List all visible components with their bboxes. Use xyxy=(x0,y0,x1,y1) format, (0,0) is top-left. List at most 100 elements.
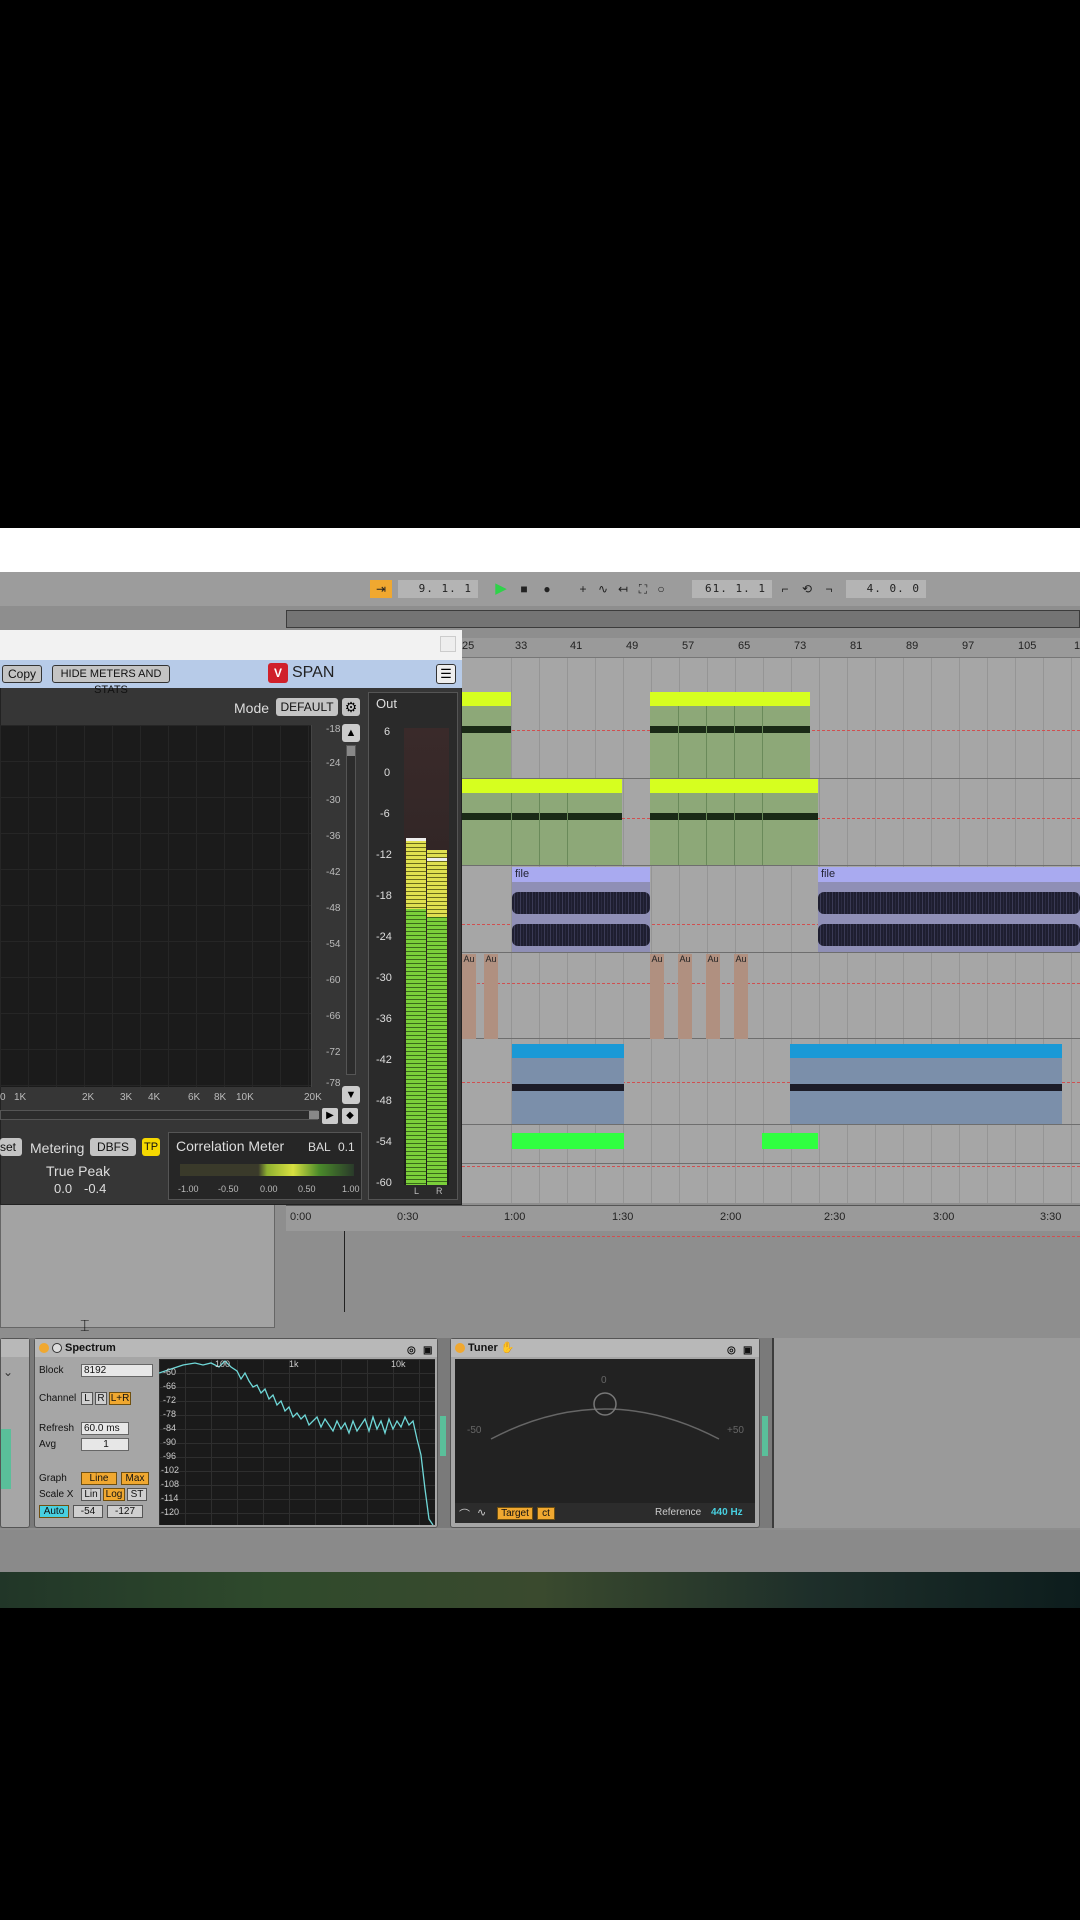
midi-clip[interactable] xyxy=(462,692,511,778)
range-max-field[interactable]: -127 xyxy=(107,1505,143,1518)
audio-clip[interactable]: file xyxy=(818,867,1080,952)
time-ruler[interactable]: 0:00 0:30 1:00 1:30 2:00 2:30 3:00 3:30 xyxy=(286,1205,1080,1231)
midi-clip[interactable] xyxy=(512,1133,624,1149)
time-tick: 1:00 xyxy=(504,1211,526,1223)
spectrum-display[interactable]: 100 1k 10k -60 -66 -72 -78 -84 -90 -96 -… xyxy=(159,1359,435,1525)
device-drop-area[interactable] xyxy=(772,1338,1080,1528)
refresh-field[interactable]: 60.0 ms xyxy=(81,1422,129,1435)
audio-clip[interactable]: file xyxy=(512,867,650,952)
chevron-down-icon[interactable]: ⌄ xyxy=(3,1365,13,1379)
close-icon[interactable] xyxy=(440,636,456,652)
corr-tick: 0.00 xyxy=(260,1184,278,1194)
db-tick: -60 xyxy=(326,975,341,986)
wave-icon[interactable]: ∿ xyxy=(477,1506,486,1519)
audio-clip[interactable]: Au xyxy=(734,954,748,1039)
selection-icon[interactable]: ⛶ xyxy=(634,580,652,598)
device-on-icon[interactable] xyxy=(455,1343,465,1354)
refresh-label: Refresh xyxy=(39,1423,75,1434)
tuner-display: 0 -50 +50 xyxy=(455,1359,755,1503)
gear-icon[interactable]: ⚙ xyxy=(342,698,360,716)
block-dropdown[interactable]: 8192 xyxy=(81,1364,153,1377)
mode-dropdown[interactable]: DEFAULT xyxy=(276,698,338,716)
span-title-bar[interactable] xyxy=(0,630,462,660)
reference-value[interactable]: 440 Hz xyxy=(711,1507,743,1518)
avg-field[interactable]: 1 xyxy=(81,1438,129,1451)
target-button[interactable]: Target xyxy=(497,1507,533,1520)
out-db-tick: -18 xyxy=(376,890,392,902)
record-button[interactable]: ● xyxy=(538,580,556,598)
scroll-up-button[interactable]: ▲ xyxy=(342,724,360,742)
freq-tick: 2K xyxy=(82,1092,95,1103)
punch-in-icon[interactable]: ⌐ xyxy=(776,580,794,598)
curve-icon[interactable]: ⌒ xyxy=(459,1506,470,1522)
hotswap-icon[interactable]: ◎ xyxy=(407,1342,416,1360)
db-tick: -78 xyxy=(163,1409,177,1419)
corr-tick: -0.50 xyxy=(218,1184,239,1194)
vertical-scrollbar[interactable] xyxy=(346,745,356,1075)
audio-clip[interactable]: Au xyxy=(678,954,692,1039)
midi-clip[interactable] xyxy=(790,1044,1062,1124)
diamond-icon[interactable]: ◆ xyxy=(342,1108,358,1124)
ruler-tick: 57 xyxy=(682,640,695,652)
scale-lin-button[interactable]: Lin xyxy=(81,1488,101,1501)
channel-l-button[interactable]: L xyxy=(81,1392,93,1405)
loop-toggle-icon[interactable]: ⟲ xyxy=(798,580,816,598)
midi-clip[interactable] xyxy=(462,779,622,865)
loop-length-display[interactable]: 4. 0. 0 xyxy=(846,580,926,598)
play-button[interactable]: ▶ xyxy=(492,580,510,598)
play-icon[interactable]: ▶ xyxy=(322,1108,338,1124)
horizontal-scrollbar[interactable] xyxy=(0,1110,319,1120)
position-display[interactable]: 9. 1. 1 xyxy=(398,580,478,598)
menu-icon[interactable]: ☰ xyxy=(436,664,456,684)
loop-start-display[interactable]: 61. 1. 1 xyxy=(692,580,772,598)
channel-lr-button[interactable]: L+R xyxy=(109,1392,131,1405)
scroll-down-button[interactable]: ▼ xyxy=(342,1086,360,1104)
scale-log-button[interactable]: Log xyxy=(103,1488,125,1501)
graph-max-button[interactable]: Max xyxy=(121,1472,149,1485)
cents-button[interactable]: ct xyxy=(537,1507,555,1520)
play-icon[interactable] xyxy=(52,1343,62,1354)
back-icon[interactable]: ↤ xyxy=(614,580,632,598)
midi-clip[interactable] xyxy=(512,1044,624,1124)
range-min-field[interactable]: -54 xyxy=(73,1505,103,1518)
bar-ruler[interactable]: 25 33 41 49 57 65 73 81 89 97 105 1 xyxy=(462,638,1080,658)
audio-clip[interactable]: Au xyxy=(650,954,664,1039)
db-tick: -66 xyxy=(163,1381,177,1391)
preset-button[interactable]: set xyxy=(0,1138,22,1156)
add-icon[interactable]: + xyxy=(574,580,592,598)
channel-r-button[interactable]: R xyxy=(95,1392,107,1405)
audio-clip[interactable]: Au xyxy=(706,954,720,1039)
audio-clip[interactable]: Au xyxy=(484,954,498,1039)
audio-clip[interactable]: Au xyxy=(462,954,476,1039)
midi-clip[interactable] xyxy=(650,692,810,778)
spectrum-device[interactable]: Spectrum ◎ ▣ Block 8192 Channel L R L+R … xyxy=(34,1338,438,1528)
save-icon[interactable]: ▣ xyxy=(423,1342,432,1360)
loop-circle-icon[interactable]: ○ xyxy=(652,580,670,598)
tuner-minus: -50 xyxy=(467,1425,482,1436)
stop-button[interactable]: ■ xyxy=(515,580,533,598)
freq-tick: 1K xyxy=(14,1092,27,1103)
arrangement-view[interactable]: file file Au Au Au Au Au Au xyxy=(344,658,1080,1312)
hotswap-icon[interactable]: ◎ xyxy=(727,1342,736,1360)
metering-dropdown[interactable]: DBFS xyxy=(90,1138,136,1156)
scale-st-button[interactable]: ST xyxy=(127,1488,147,1501)
graph-line-button[interactable]: Line xyxy=(81,1472,117,1485)
midi-clip[interactable] xyxy=(762,1133,818,1149)
follow-button[interactable]: ⇥ xyxy=(370,580,392,598)
true-peak-toggle[interactable]: TP xyxy=(142,1138,160,1156)
copy-button[interactable]: Copy xyxy=(2,665,42,683)
arrangement-overview[interactable] xyxy=(286,610,1080,628)
midi-clip[interactable] xyxy=(650,779,818,865)
hide-meters-button[interactable]: HIDE METERS AND STATS xyxy=(52,665,170,696)
time-tick: 2:00 xyxy=(720,1211,742,1223)
device-on-icon[interactable] xyxy=(39,1343,49,1354)
auto-button[interactable]: Auto xyxy=(39,1505,69,1518)
db-tick: -60 xyxy=(163,1367,177,1377)
automation-icon[interactable]: ∿ xyxy=(594,580,612,598)
save-icon[interactable]: ▣ xyxy=(743,1342,752,1360)
punch-out-icon[interactable]: ¬ xyxy=(820,580,838,598)
tuner-device[interactable]: Tuner ✋ ◎ ▣ 0 -50 +50 ⌒ ∿ Target ct Refe… xyxy=(450,1338,760,1528)
freq-tick: 4K xyxy=(148,1092,161,1103)
spectrum-graph[interactable] xyxy=(0,725,312,1087)
ruler-tick: 65 xyxy=(738,640,751,652)
